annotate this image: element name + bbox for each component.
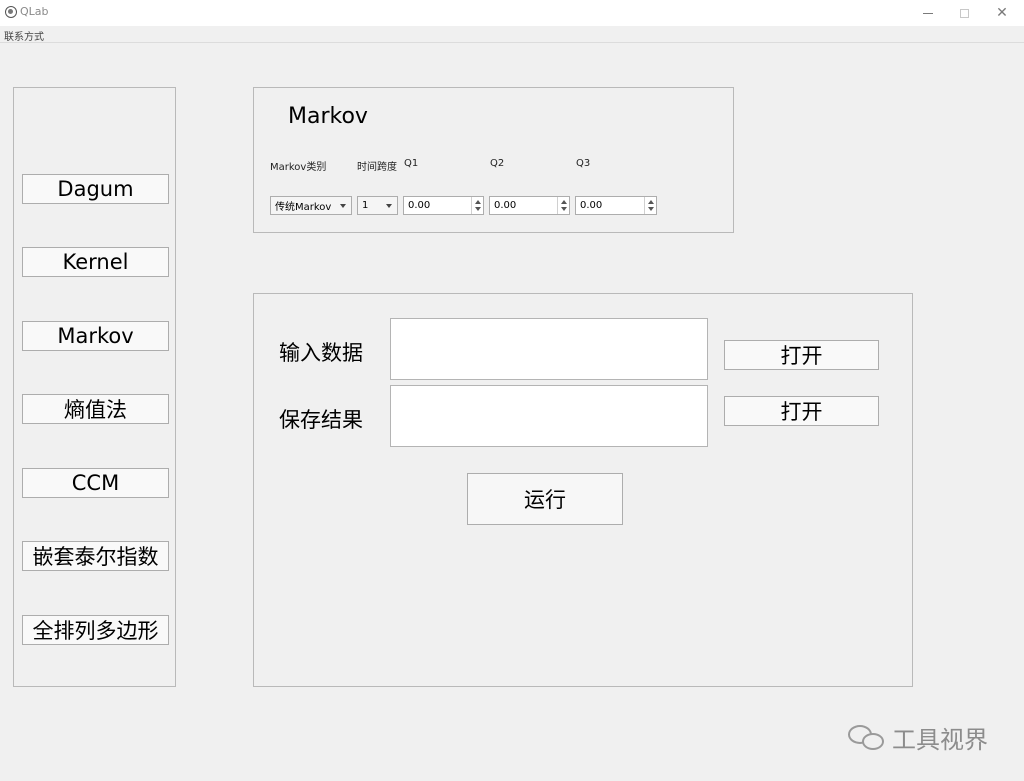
minimize-button[interactable]: [910, 0, 946, 26]
title-bar: QLab ✕: [0, 0, 1024, 26]
time-span-value: 1: [362, 200, 369, 211]
minimize-icon: [923, 12, 933, 14]
watermark-text: 工具视界: [892, 726, 988, 754]
time-span-select[interactable]: 1: [357, 196, 398, 215]
chevron-down-icon: [340, 204, 346, 208]
markov-type-select[interactable]: 传统Markov: [270, 196, 352, 215]
time-span-label: 时间跨度: [357, 162, 397, 173]
q1-spinbox[interactable]: 0.00: [403, 196, 484, 215]
arrow-down-icon: [561, 207, 567, 211]
permutation-polygon-button[interactable]: 全排列多边形: [22, 615, 169, 645]
stepper-arrows[interactable]: [557, 197, 569, 214]
close-button[interactable]: ✕: [984, 0, 1020, 26]
arrow-down-icon: [475, 207, 481, 211]
dagum-button[interactable]: Dagum: [22, 174, 169, 204]
kernel-button[interactable]: Kernel: [22, 247, 169, 277]
q2-value: 0.00: [494, 200, 517, 211]
sidebar-panel: Dagum Kernel Markov 熵值法 CCM 嵌套泰尔指数 全排列多边…: [13, 87, 176, 687]
stepper-arrows[interactable]: [471, 197, 483, 214]
chevron-down-icon: [386, 204, 392, 208]
menu-item-contact[interactable]: 联系方式: [4, 28, 44, 43]
q2-spinbox[interactable]: 0.00: [489, 196, 570, 215]
open-input-button[interactable]: 打开: [724, 340, 879, 370]
q3-label: Q3: [576, 158, 591, 169]
markov-button[interactable]: Markov: [22, 321, 169, 351]
q3-spinbox[interactable]: 0.00: [575, 196, 657, 215]
ccm-button[interactable]: CCM: [22, 468, 169, 498]
entropy-button[interactable]: 熵值法: [22, 394, 169, 424]
markov-type-label: Markov类别: [270, 162, 327, 173]
q2-label: Q2: [490, 158, 505, 169]
input-data-field[interactable]: [390, 318, 708, 380]
io-panel: 输入数据 打开 保存结果 打开 运行: [253, 293, 913, 687]
q1-value: 0.00: [408, 200, 431, 211]
q1-label: Q1: [404, 158, 419, 169]
save-result-label: 保存结果: [279, 408, 363, 432]
maximize-icon: [959, 8, 969, 18]
run-button[interactable]: 运行: [467, 473, 623, 525]
arrow-up-icon: [648, 200, 654, 204]
q3-value: 0.00: [580, 200, 603, 211]
window-title: QLab: [20, 5, 49, 18]
markov-params-panel: Markov Markov类别 时间跨度 Q1 Q2 Q3 传统Markov 1…: [253, 87, 734, 233]
app-logo-icon: [5, 6, 17, 18]
nested-theil-button[interactable]: 嵌套泰尔指数: [22, 541, 169, 571]
arrow-down-icon: [648, 207, 654, 211]
arrow-up-icon: [561, 200, 567, 204]
wechat-icon: [846, 721, 886, 755]
section-title: Markov: [288, 104, 368, 129]
close-icon: ✕: [996, 5, 1008, 21]
menu-bar: 联系方式: [0, 26, 1024, 43]
input-data-label: 输入数据: [279, 341, 363, 365]
arrow-up-icon: [475, 200, 481, 204]
maximize-button[interactable]: [946, 0, 982, 26]
open-save-button[interactable]: 打开: [724, 396, 879, 426]
markov-type-value: 传统Markov: [275, 202, 332, 213]
stepper-arrows[interactable]: [644, 197, 656, 214]
watermark: 工具视界: [846, 720, 988, 755]
save-result-field[interactable]: [390, 385, 708, 447]
